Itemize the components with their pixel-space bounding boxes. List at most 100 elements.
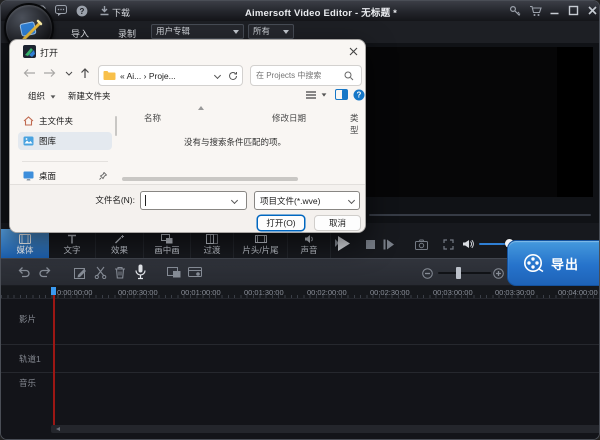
track-divider — [1, 344, 599, 345]
timeline-ruler[interactable]: 0:00:00:00 00:00:30:00 00:01:00:00 00:01… — [1, 286, 599, 299]
playhead-marker[interactable] — [51, 287, 56, 295]
address-bar[interactable]: « Ai... › Proje... — [98, 65, 243, 86]
tab-intro-credits-label: 片头/片尾 — [242, 246, 278, 255]
tab-media[interactable]: 媒体 — [1, 229, 49, 258]
sidebar-item-desktop[interactable]: 桌面 — [18, 167, 112, 185]
column-header-type[interactable]: 类型 — [350, 112, 365, 136]
fullscreen-button[interactable] — [443, 239, 454, 250]
album-dropdown[interactable]: 用户专辑 — [151, 24, 244, 39]
dialog-help-icon[interactable]: ? — [353, 89, 365, 101]
column-header-date[interactable]: 修改日期 — [272, 112, 306, 124]
tab-pip[interactable]: 画中画 — [144, 229, 191, 258]
tab-text[interactable]: 文字 — [49, 229, 96, 258]
timeline-zoom-handle[interactable] — [456, 267, 461, 279]
filename-input[interactable] — [146, 196, 232, 206]
stop-button[interactable] — [366, 240, 375, 249]
cancel-button[interactable]: 取消 — [314, 215, 361, 231]
timeline-zoom-out-icon[interactable] — [422, 268, 433, 279]
maximize-button[interactable] — [568, 5, 579, 16]
filetype-value: 项目文件(*.wve) — [260, 195, 320, 207]
nav-forward-icon[interactable] — [43, 68, 56, 78]
cart-icon[interactable] — [529, 5, 542, 17]
delete-trash-icon[interactable] — [114, 266, 126, 279]
search-input[interactable] — [256, 71, 344, 80]
scroll-left-arrow-icon[interactable] — [56, 427, 60, 431]
sidebar-item-gallery[interactable]: 图库 — [18, 132, 112, 150]
nav-back-icon[interactable] — [23, 68, 36, 78]
list-horizontal-scrollbar[interactable] — [122, 177, 298, 181]
desktop-icon — [23, 171, 34, 181]
tab-sound[interactable]: 声音 — [288, 229, 331, 258]
download-label[interactable]: 下载 — [112, 6, 130, 19]
open-button-label: 打开(O) — [266, 217, 295, 229]
dialog-footer: 文件名(N): 项目文件(*.wve) 打开(O) 取消 — [10, 184, 365, 233]
sidebar-desktop-label: 桌面 — [39, 170, 56, 182]
volume-icon[interactable] — [462, 238, 474, 250]
timeline-zoom-slider[interactable] — [438, 272, 491, 274]
view-mode-caret-icon[interactable] — [322, 93, 327, 96]
filter-dropdown-value: 所有 — [253, 26, 270, 36]
timeline-horizontal-scrollbar[interactable] — [51, 425, 600, 433]
pip-track-icon[interactable] — [167, 266, 181, 278]
search-box[interactable] — [250, 65, 362, 86]
media-icon — [19, 234, 31, 244]
nav-recent-chevron-icon[interactable] — [65, 71, 73, 77]
tab-intro-credits[interactable]: 片头/片尾 — [234, 229, 288, 258]
tab-transitions-label: 过渡 — [203, 246, 220, 255]
refresh-icon[interactable] — [228, 71, 238, 81]
window-title: Aimersoft Video Editor - 无标题 * — [181, 5, 461, 19]
open-button[interactable]: 打开(O) — [257, 215, 305, 231]
seek-bar[interactable] — [369, 214, 591, 216]
filter-caret-icon — [283, 30, 289, 34]
pin-icon — [99, 172, 107, 180]
tab-effects-label: 效果 — [111, 246, 128, 255]
address-dropdown-chevron-icon[interactable] — [214, 72, 221, 79]
preview-letterbox — [557, 47, 593, 197]
dialog-close-button[interactable] — [344, 43, 362, 59]
snapshot-camera-button[interactable] — [415, 239, 428, 250]
sort-ascending-icon — [198, 106, 204, 110]
filter-dropdown[interactable]: 所有 — [248, 24, 294, 39]
tab-effects[interactable]: 效果 — [96, 229, 144, 258]
record-voiceover-mic-icon[interactable] — [135, 264, 146, 280]
new-folder-button[interactable]: 新建文件夹 — [68, 90, 111, 102]
edit-clip-icon[interactable] — [74, 266, 87, 279]
step-forward-button[interactable] — [383, 239, 394, 250]
nav-up-icon[interactable] — [80, 68, 90, 79]
column-header-name[interactable]: 名称 — [144, 112, 161, 124]
feedback-icon[interactable] — [55, 5, 67, 16]
playhead-line[interactable] — [53, 287, 55, 425]
undo-icon[interactable] — [17, 266, 30, 279]
search-icon — [344, 71, 354, 81]
svg-text:?: ? — [357, 91, 362, 100]
close-button[interactable] — [587, 5, 598, 16]
filename-history-chevron-icon[interactable] — [231, 197, 238, 204]
redo-icon[interactable] — [39, 266, 52, 279]
sidebar-scrollbar[interactable] — [115, 116, 117, 136]
sidebar-item-home[interactable]: 主文件夹 — [18, 112, 112, 130]
organize-button[interactable]: 组织 — [28, 90, 56, 102]
album-caret-icon — [233, 30, 239, 34]
download-icon[interactable] — [99, 5, 110, 16]
minimize-button[interactable] — [549, 5, 560, 16]
filetype-dropdown[interactable]: 项目文件(*.wve) — [254, 191, 360, 210]
export-button[interactable]: 导出 — [507, 240, 600, 286]
timeline-zoom-in-icon[interactable] — [493, 268, 504, 279]
media-tabs: 媒体 文字 效果 画中画 过渡 片头/片尾 — [1, 229, 334, 258]
filmstrip-icon — [255, 234, 267, 244]
play-button[interactable] — [337, 236, 350, 251]
ruler-ticks — [1, 295, 599, 298]
help-icon[interactable]: ? — [76, 5, 88, 17]
transition-icon — [206, 234, 218, 244]
organize-caret-icon — [51, 95, 56, 98]
breadcrumb[interactable]: « Ai... › Proje... — [120, 71, 176, 81]
tab-transitions[interactable]: 过渡 — [191, 229, 234, 258]
cut-scissors-icon[interactable] — [94, 266, 107, 279]
export-label: 导出 — [551, 254, 579, 273]
preview-pane-icon[interactable] — [335, 89, 348, 100]
track-manager-icon[interactable] — [188, 266, 202, 278]
view-mode-icon[interactable] — [305, 90, 317, 100]
register-key-icon[interactable] — [509, 5, 521, 17]
filename-field[interactable] — [140, 191, 247, 210]
gallery-icon — [23, 136, 34, 146]
